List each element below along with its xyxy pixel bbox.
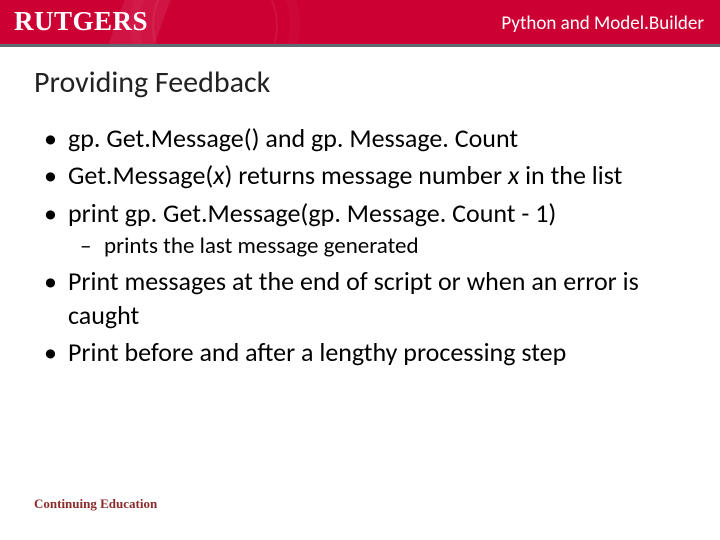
bullet-text-italic: x [213,159,224,191]
slide: RUTGERS Python and Model.Builder Providi… [0,0,720,540]
header-seal-icon [130,0,300,44]
bullet-text: gp. Get.Message() and gp. Message. Count [68,122,518,154]
slide-title: Providing Feedback [34,64,270,101]
header-bar: RUTGERS Python and Model.Builder [0,0,720,44]
bullet-text-pre: Get.Message( [68,159,213,191]
bullet-item: Print before and after a lengthy process… [40,336,680,369]
sub-bullet-text: prints the last message generated [104,232,419,260]
bullet-text-italic: x [508,159,519,191]
brand-logo: RUTGERS [14,6,148,37]
bullet-text-mid: ) returns message number [225,159,508,191]
footer-text: Continuing Education [34,496,157,512]
bullet-item: Print messages at the end of script or w… [40,265,680,332]
bullet-item: print gp. Get.Message(gp. Message. Count… [40,197,680,262]
sub-bullet-item: prints the last message generated [78,232,680,261]
bullet-text: Print before and after a lengthy process… [68,336,566,368]
header-underline [0,44,720,47]
bullet-item: Get.Message(x) returns message number x … [40,159,680,192]
course-title: Python and Model.Builder [501,12,704,35]
bullet-text-post: in the list [519,159,622,191]
bullet-item: gp. Get.Message() and gp. Message. Count [40,122,680,155]
bullet-text: Print messages at the end of script or w… [68,265,639,330]
slide-body: gp. Get.Message() and gp. Message. Count… [40,122,680,373]
bullet-text: print gp. Get.Message(gp. Message. Count… [68,197,556,229]
